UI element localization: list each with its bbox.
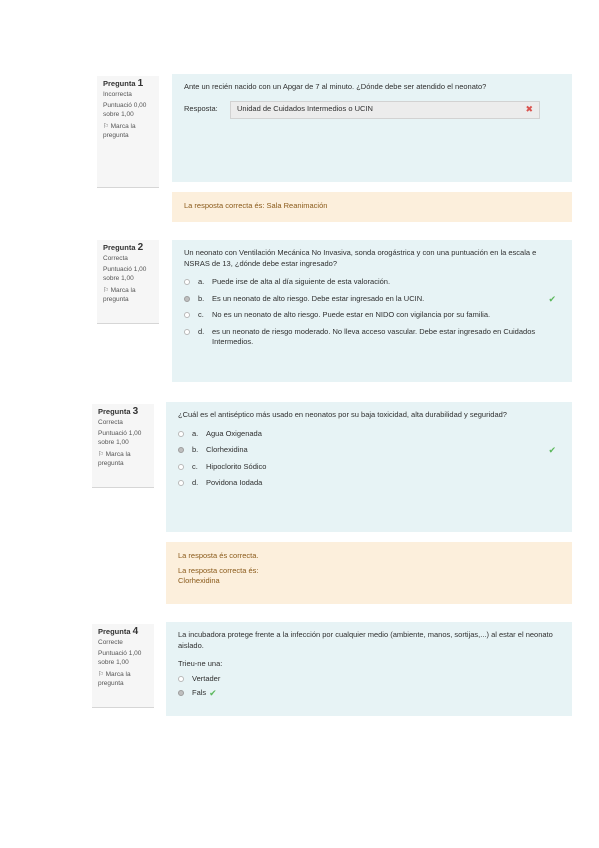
question-state: Incorrecta	[103, 90, 132, 98]
question-label: Pregunta	[98, 627, 131, 636]
feedback-1: La resposta correcta és: Sala Reanimació…	[172, 192, 572, 222]
answer-value: Unidad de Cuidados Intermedios o UCIN	[237, 104, 373, 114]
question-number-value: 3	[132, 406, 139, 417]
answer-label: Resposta:	[184, 104, 218, 114]
option-letter: d.	[198, 326, 205, 336]
option-letter: d.	[192, 478, 199, 487]
option-a[interactable]: a. Puede irse de alta al día siguiente d…	[184, 277, 560, 288]
question-info-3: Pregunta 3 Correcta Puntuació 1,00 sobre…	[92, 404, 154, 488]
option-text: Agua Oxigenada	[206, 428, 262, 438]
question-text: Ante un recién nacido con un Apgar de 7 …	[184, 82, 487, 91]
question-number: Pregunta 4	[98, 626, 148, 637]
option-letter: c.	[192, 461, 198, 471]
option-letter: c.	[198, 310, 204, 319]
option-b[interactable]: b. Clorhexidina ✔	[178, 445, 560, 456]
question-number-value: 1	[137, 78, 144, 89]
question-content-2: Un neonato con Ventilación Mecánica No I…	[172, 240, 572, 382]
option-d[interactable]: d. es un neonato de riesgo moderado. No …	[184, 327, 560, 348]
option-letter: b.	[198, 293, 205, 303]
option-b[interactable]: b. Es un neonato de alto riesgo. Debe es…	[184, 294, 560, 305]
question-number: Pregunta 3	[98, 406, 148, 417]
check-icon: ✔	[548, 445, 556, 455]
question-number-value: 4	[132, 626, 139, 637]
question-info-1: Pregunta 1 Incorrecta Puntuació 0,00 sob…	[97, 76, 159, 188]
option-letter: a.	[192, 428, 199, 438]
question-state: Correcta	[98, 418, 123, 426]
radio-button[interactable]	[178, 447, 184, 453]
question-text: La incubadora protege frente a la infecc…	[178, 630, 553, 650]
option-text: Puede irse de alta al día siguiente de e…	[212, 277, 391, 286]
option-letter: b.	[192, 445, 199, 454]
question-label: Pregunta	[98, 407, 131, 416]
choose-one-prompt: Trieu-ne una:	[178, 659, 223, 668]
question-text: ¿Cuál es el antiséptico más usado en neo…	[178, 410, 507, 419]
radio-button[interactable]	[184, 312, 190, 318]
radio-button[interactable]	[184, 328, 190, 335]
answer-field[interactable]: Unidad de Cuidados Intermedios o UCIN ✖	[230, 100, 540, 119]
feedback-3: La resposta és correcta. La resposta cor…	[166, 542, 572, 604]
radio-button[interactable]	[184, 295, 190, 302]
check-icon: ✔	[548, 293, 556, 304]
question-content-4: La incubadora protege frente a la infecc…	[166, 622, 572, 716]
option-text: Povidona Iodada	[206, 478, 263, 487]
radio-button[interactable]	[184, 279, 190, 285]
option-text: No es un neonato de alto riesgo. Puede e…	[212, 310, 491, 319]
option-letter: a.	[198, 277, 205, 286]
flag-icon: ⚐	[103, 123, 109, 130]
flag-question-link[interactable]: ⚐ Marca la pregunta	[103, 287, 153, 304]
option-c[interactable]: c. Hipoclorito Sódico	[178, 462, 560, 473]
flag-question-link[interactable]: ⚐ Marca la pregunta	[103, 123, 153, 140]
flag-icon: ⚐	[103, 287, 109, 294]
question-state: Correcta	[103, 254, 128, 262]
right-answer-label: La resposta correcta és:	[178, 565, 259, 575]
question-mark: Puntuació 1,00 sobre 1,00	[103, 266, 147, 282]
question-content-1: Ante un recién nacido con un Apgar de 7 …	[172, 74, 572, 182]
flag-question-link[interactable]: ⚐ Marca la pregunta	[98, 671, 148, 688]
question-number: Pregunta 2	[103, 242, 153, 253]
option-text: Fals	[192, 688, 207, 697]
question-label: Pregunta	[103, 79, 136, 88]
option-false[interactable]: Fals ✔	[178, 688, 560, 699]
feedback-correct: La resposta és correcta.	[178, 551, 259, 560]
radio-button[interactable]	[178, 675, 184, 682]
radio-button[interactable]	[178, 430, 184, 437]
question-info-4: Pregunta 4 Correcte Puntuació 1,00 sobre…	[92, 624, 154, 708]
radio-button[interactable]	[178, 690, 184, 696]
cross-icon: ✖	[525, 104, 533, 115]
option-c[interactable]: c. No es un neonato de alto riesgo. Pued…	[184, 310, 560, 321]
question-text: Un neonato con Ventilación Mecánica No I…	[184, 248, 537, 268]
question-label: Pregunta	[103, 243, 136, 252]
answer-row: Resposta: Unidad de Cuidados Intermedios…	[184, 100, 560, 119]
question-mark: Puntuació 0,00 sobre 1,00	[103, 102, 147, 118]
question-number: Pregunta 1	[103, 78, 153, 89]
option-text: Hipoclorito Sódico	[206, 461, 267, 471]
question-content-3: ¿Cuál es el antiséptico más usado en neo…	[166, 402, 572, 532]
option-text: Clorhexidina	[206, 445, 248, 454]
option-true[interactable]: Vertader	[178, 674, 560, 685]
option-text: Es un neonato de alto riesgo. Debe estar…	[212, 293, 425, 303]
right-answer: Clorhexidina	[178, 576, 220, 585]
question-mark: Puntuació 1,00 sobre 1,00	[98, 430, 142, 446]
option-a[interactable]: a. Agua Oxigenada	[178, 429, 560, 440]
radio-button[interactable]	[178, 480, 184, 486]
question-state: Correcte	[98, 638, 123, 646]
flag-icon: ⚐	[98, 451, 104, 458]
question-info-2: Pregunta 2 Correcta Puntuació 1,00 sobre…	[97, 240, 159, 324]
option-text: Vertader	[192, 673, 221, 683]
check-icon: ✔	[209, 688, 217, 698]
option-d[interactable]: d. Povidona Iodada	[178, 478, 560, 489]
option-text: es un neonato de riesgo moderado. No lle…	[212, 326, 536, 347]
radio-button[interactable]	[178, 463, 184, 470]
right-answer: La resposta correcta és: Sala Reanimació…	[184, 201, 328, 210]
flag-icon: ⚐	[98, 671, 104, 678]
flag-question-link[interactable]: ⚐ Marca la pregunta	[98, 451, 148, 468]
question-number-value: 2	[137, 242, 144, 253]
question-mark: Puntuació 1,00 sobre 1,00	[98, 650, 142, 666]
